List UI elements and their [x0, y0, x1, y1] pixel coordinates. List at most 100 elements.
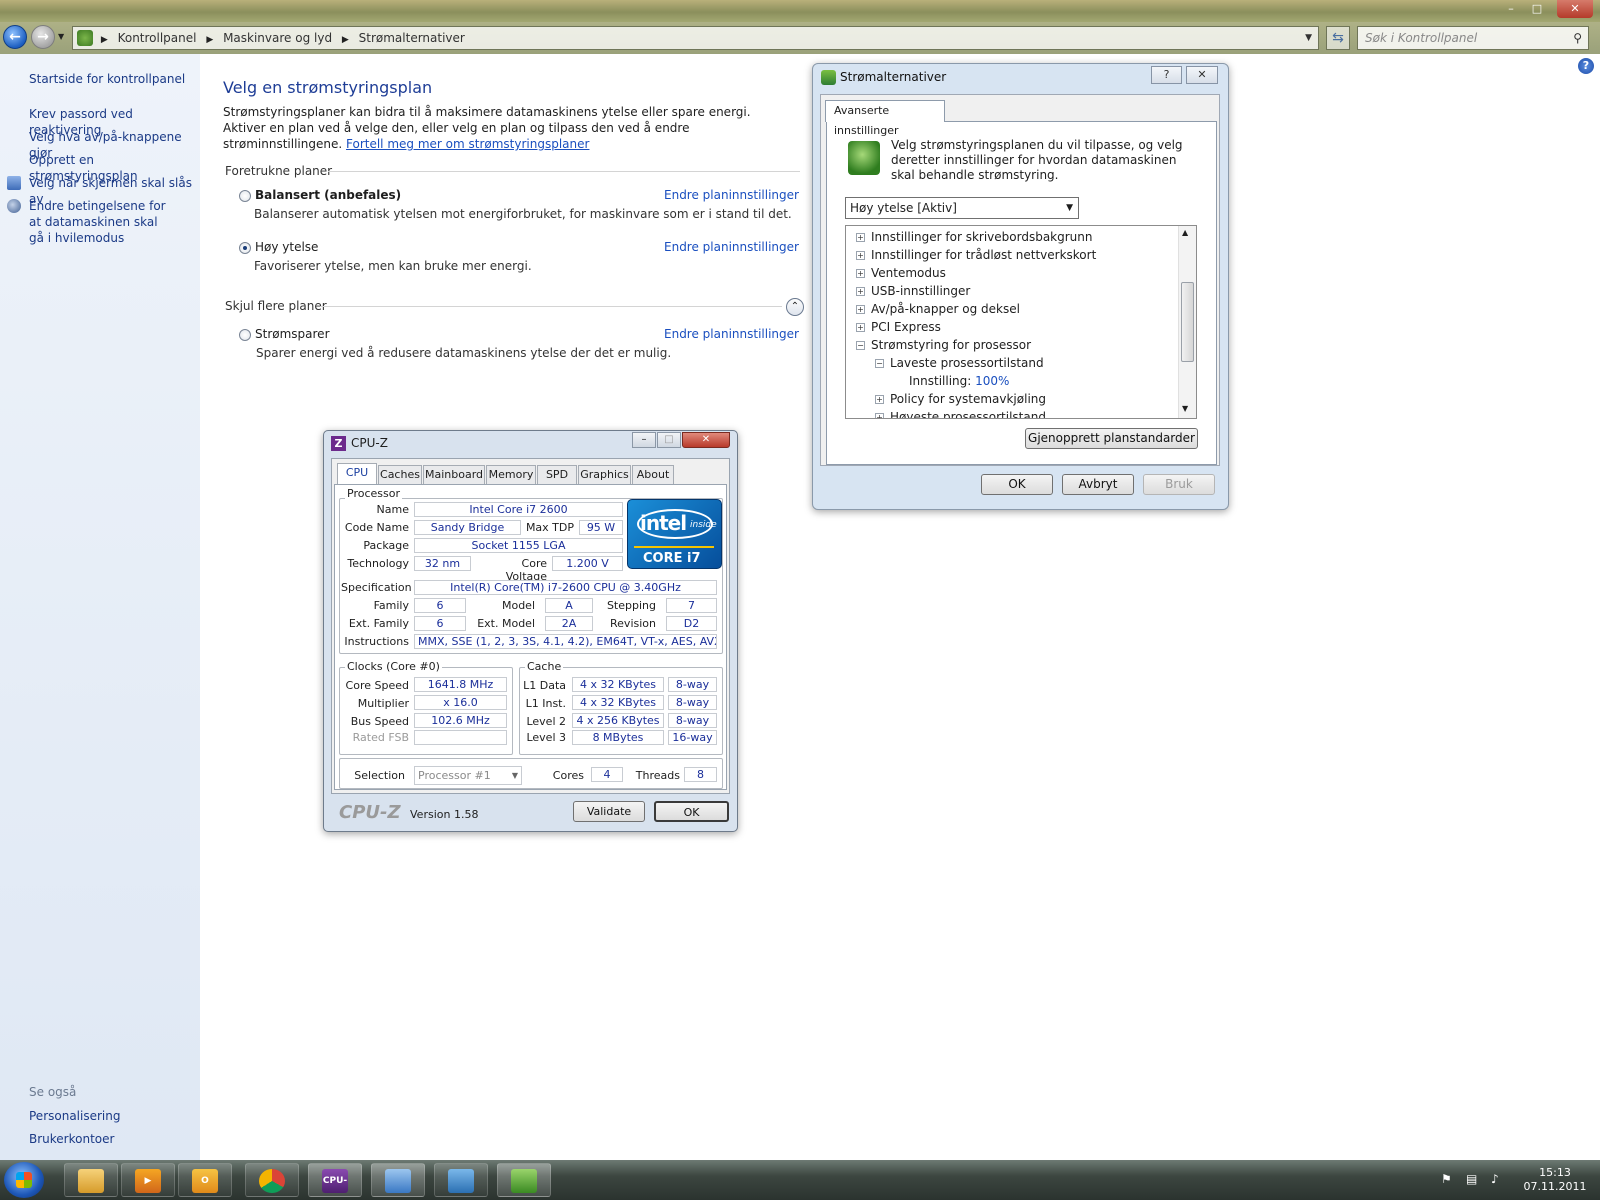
breadcrumb-stromalternativer[interactable]: Strømalternativer: [359, 27, 465, 49]
expand-plus-icon[interactable]: +: [856, 305, 865, 314]
tree-item-pci-express[interactable]: + PCI Express: [856, 320, 941, 334]
help-icon[interactable]: ?: [1578, 58, 1594, 74]
tree-item-max-processor[interactable]: + Høyeste prosessortilstand: [875, 410, 1046, 418]
expand-plus-icon[interactable]: +: [856, 269, 865, 278]
cpuz-tab-graphics[interactable]: Graphics: [578, 465, 631, 485]
expand-plus-icon[interactable]: +: [856, 233, 865, 242]
nav-home[interactable]: Startside for kontrollpanel: [29, 71, 195, 87]
cpuz-tab-spd[interactable]: SPD: [537, 465, 577, 485]
expand-plus-icon[interactable]: +: [875, 413, 884, 418]
dialog-help-button[interactable]: ?: [1151, 66, 1182, 84]
expand-plus-icon[interactable]: +: [875, 395, 884, 404]
change-plan-balanced-link[interactable]: Endre planinnstillinger: [664, 188, 799, 202]
tree-item-processor[interactable]: − Strømstyring for prosessor: [856, 338, 1031, 352]
volume-icon[interactable]: ♪: [1491, 1172, 1499, 1186]
radio-high-performance[interactable]: [239, 242, 251, 254]
dialog-apply-button[interactable]: Bruk: [1143, 474, 1215, 495]
tree-item-wireless[interactable]: + Innstillinger for trådløst nettverkskor…: [856, 248, 1096, 262]
history-dropdown-icon[interactable]: ▼: [58, 32, 64, 41]
restore-defaults-button[interactable]: Gjenopprett planstandarder: [1025, 428, 1198, 449]
search-icon[interactable]: ⚲: [1573, 27, 1582, 49]
taskbar-chrome[interactable]: [245, 1163, 299, 1197]
refresh-button[interactable]: ⇆: [1326, 26, 1350, 50]
minimize-button[interactable]: –: [1498, 0, 1524, 18]
tree-item-min-processor[interactable]: − Laveste prosessortilstand: [875, 356, 1044, 370]
media-player-icon: ▶: [135, 1169, 161, 1193]
start-button[interactable]: [4, 1162, 44, 1198]
nav-personalisering[interactable]: Personalisering: [29, 1108, 195, 1124]
cpuz-tab-memory[interactable]: Memory: [486, 465, 536, 485]
address-dropdown-icon[interactable]: ▼: [1305, 27, 1312, 49]
collapse-minus-icon[interactable]: −: [856, 341, 865, 350]
network-icon[interactable]: ▤: [1466, 1172, 1477, 1186]
cpuz-ok-button[interactable]: OK: [654, 801, 729, 822]
plan-select[interactable]: Høy ytelse [Aktiv] ▼: [845, 197, 1079, 219]
breadcrumb-kontrollpanel[interactable]: Kontrollpanel: [118, 27, 197, 49]
section-divider: [320, 306, 782, 307]
change-plan-saver-link[interactable]: Endre planinnstillinger: [664, 327, 799, 341]
expand-plus-icon[interactable]: +: [856, 251, 865, 260]
cpuz-tab-mainboard[interactable]: Mainboard: [423, 465, 485, 485]
expand-plus-icon[interactable]: +: [856, 323, 865, 332]
nav-brukerkontoer[interactable]: Brukerkontoer: [29, 1131, 195, 1147]
close-button[interactable]: ✕: [1557, 0, 1593, 18]
value-rated-fsb: [414, 730, 507, 745]
forward-button[interactable]: →: [31, 25, 55, 49]
taskbar-media-player[interactable]: ▶: [121, 1163, 175, 1197]
collapse-minus-icon[interactable]: −: [875, 359, 884, 368]
dialog-cancel-button[interactable]: Avbryt: [1062, 474, 1134, 495]
restore-button[interactable]: □: [1524, 0, 1550, 18]
value-revision: D2: [666, 616, 717, 631]
taskbar-control-panel[interactable]: [371, 1163, 425, 1197]
scroll-down-arrow-icon[interactable]: ▼: [1182, 404, 1188, 413]
validate-button[interactable]: Validate: [573, 801, 645, 822]
dropdown-arrow-icon[interactable]: ▼: [1066, 198, 1073, 218]
plan-power-saver-name[interactable]: Strømsparer: [255, 327, 330, 341]
plan-high-performance-name[interactable]: Høy ytelse: [255, 240, 318, 254]
plan-balanced-name[interactable]: Balansert (anbefales): [255, 188, 401, 202]
cpuz-minimize-button[interactable]: –: [632, 432, 656, 448]
tree-item-desktop-bg[interactable]: + Innstillinger for skrivebordsbakgrunn: [856, 230, 1093, 244]
taskbar-cpuz[interactable]: CPU-Z: [308, 1163, 362, 1197]
back-button[interactable]: ←: [3, 25, 27, 49]
address-bar[interactable]: ▶ Kontrollpanel ▶ Maskinvare og lyd ▶ St…: [72, 26, 1319, 50]
nav-sleep-conditions[interactable]: Endre betingelsene for at datamaskinen s…: [29, 198, 169, 246]
radio-balanced[interactable]: [239, 190, 251, 202]
expand-plus-icon[interactable]: +: [856, 287, 865, 296]
taskbar-explorer[interactable]: [64, 1163, 118, 1197]
taskbar-power-options[interactable]: [497, 1163, 551, 1197]
cpuz-tab-about[interactable]: About: [632, 465, 674, 485]
cpuz-maximize-button[interactable]: □: [657, 432, 681, 448]
processor-select[interactable]: Processor #1 ▼: [414, 766, 522, 785]
folder-icon: [78, 1169, 104, 1193]
cpuz-close-button[interactable]: ✕: [682, 432, 730, 448]
taskbar-display[interactable]: [434, 1163, 488, 1197]
radio-power-saver[interactable]: [239, 329, 251, 341]
value-model: A: [545, 598, 593, 613]
dialog-close-button[interactable]: ✕: [1186, 66, 1218, 84]
learn-more-link[interactable]: Fortell meg mer om strømstyringsplaner: [346, 137, 589, 151]
breadcrumb-maskinvare[interactable]: Maskinvare og lyd: [223, 27, 332, 49]
label-specification: Specification: [341, 581, 412, 594]
action-center-flag-icon[interactable]: ⚑: [1441, 1172, 1452, 1186]
dropdown-arrow-icon[interactable]: ▼: [512, 767, 518, 784]
collapse-chevron-icon[interactable]: ⌃: [786, 298, 804, 316]
settings-tree[interactable]: + Innstillinger for skrivebordsbakgrunn +…: [845, 225, 1197, 419]
search-input[interactable]: Søk i Kontrollpanel ⚲: [1357, 26, 1589, 50]
tab-advanced-settings[interactable]: Avanserte innstillinger: [825, 100, 945, 137]
cpuz-tab-cpu[interactable]: CPU: [337, 463, 377, 485]
setting-value-link[interactable]: 100%: [975, 374, 1009, 388]
intel-core-i7-logo: intel inside CORE i7: [627, 499, 722, 569]
taskbar-outlook[interactable]: O: [178, 1163, 232, 1197]
tree-item-cooling-policy[interactable]: + Policy for systemavkjøling: [875, 392, 1046, 406]
scroll-up-arrow-icon[interactable]: ▲: [1182, 228, 1188, 237]
tree-item-sleep[interactable]: + Ventemodus: [856, 266, 946, 280]
scrollbar-thumb[interactable]: [1181, 282, 1194, 362]
change-plan-high-link[interactable]: Endre planinnstillinger: [664, 240, 799, 254]
cpuz-tab-caches[interactable]: Caches: [378, 465, 422, 485]
label-threads: Threads: [635, 769, 680, 782]
tree-item-buttons-lid[interactable]: + Av/på-knapper og deksel: [856, 302, 1020, 316]
taskbar-clock[interactable]: 15:13 07.11.2011: [1520, 1166, 1590, 1194]
dialog-ok-button[interactable]: OK: [981, 474, 1053, 495]
tree-item-usb[interactable]: + USB-innstillinger: [856, 284, 970, 298]
